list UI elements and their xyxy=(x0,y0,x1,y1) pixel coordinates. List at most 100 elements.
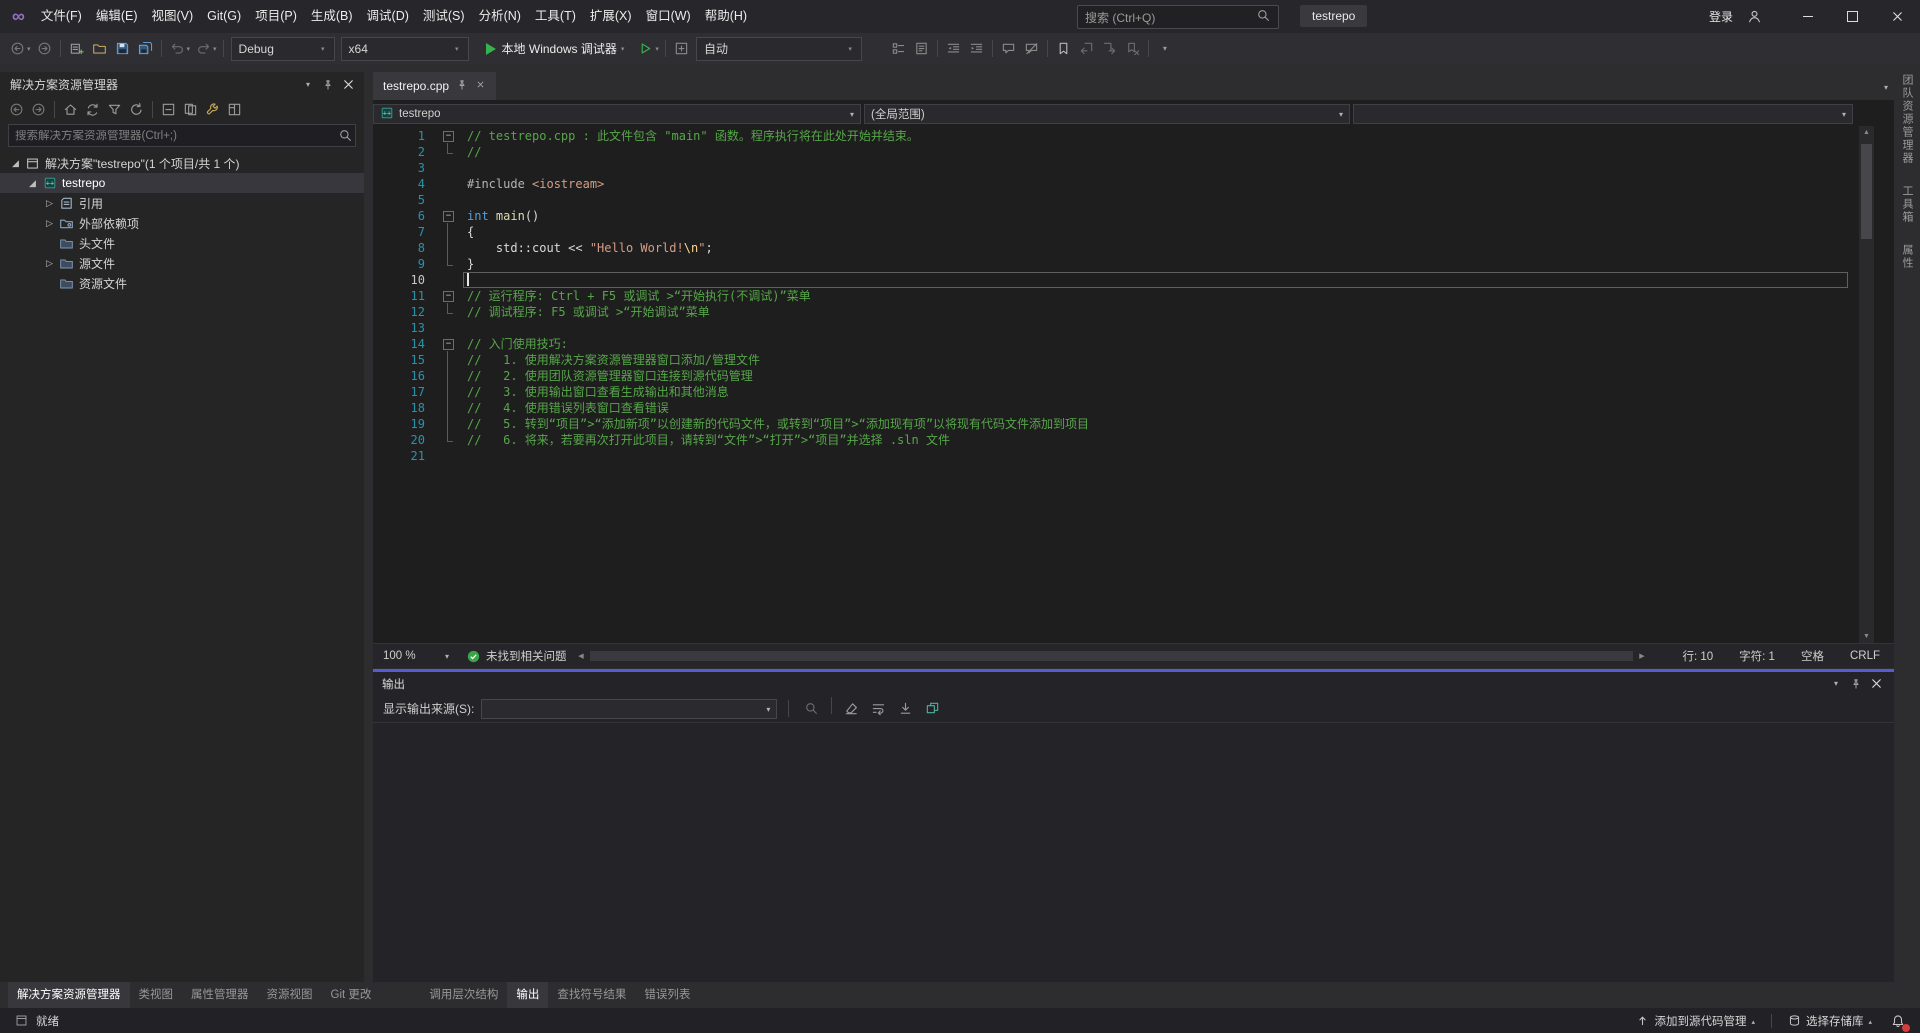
tab-list-icon[interactable]: ▾ xyxy=(1884,77,1888,95)
navigate-back-icon[interactable] xyxy=(6,37,29,60)
code-text[interactable]: // 调试程序: F5 或调试 >“开始调试”菜单 xyxy=(463,304,1854,320)
indentation-indicator[interactable]: 空格 xyxy=(1801,648,1824,664)
save-all-icon[interactable] xyxy=(134,37,157,60)
pending-filter-icon[interactable] xyxy=(104,99,125,120)
solution-explorer-search-input[interactable] xyxy=(9,130,335,142)
caret-line-indicator[interactable]: 行: 10 xyxy=(1682,648,1713,664)
code-text[interactable]: // 运行程序: Ctrl + F5 或调试 >“开始执行(不调试)”菜单 xyxy=(463,288,1854,304)
show-all-files-icon[interactable] xyxy=(180,99,201,120)
line-number[interactable]: 6 xyxy=(373,208,437,224)
background-tasks-icon[interactable] xyxy=(12,1012,30,1030)
notifications-bell-button[interactable] xyxy=(1888,1011,1908,1031)
tool-tab[interactable]: 查找符号结果 xyxy=(548,982,635,1008)
menu-item-6[interactable]: 生成(B) xyxy=(304,0,360,33)
close-icon[interactable] xyxy=(1866,674,1886,694)
user-profile-icon[interactable] xyxy=(1741,0,1767,33)
menu-item-13[interactable]: 帮助(H) xyxy=(698,0,754,33)
auto-hide-tab[interactable]: 属性 xyxy=(1899,244,1915,270)
tool-tab[interactable]: 输出 xyxy=(507,982,548,1008)
fold-marker-icon[interactable]: − xyxy=(443,211,454,222)
document-tab-testrepo-cpp[interactable]: testrepo.cpp xyxy=(373,72,496,100)
line-number[interactable]: 14 xyxy=(373,336,437,352)
code-text[interactable]: #include <iostream> xyxy=(463,176,1854,192)
code-text[interactable]: // testrepo.cpp : 此文件包含 "main" 函数。程序执行将在… xyxy=(463,128,1854,144)
line-number[interactable]: 8 xyxy=(373,240,437,256)
code-text[interactable]: std::cout << "Hello World!\n"; xyxy=(463,240,1854,256)
scrollbar-thumb[interactable] xyxy=(590,651,1634,661)
previous-bookmark-icon[interactable] xyxy=(1075,37,1098,60)
menu-item-7[interactable]: 调试(D) xyxy=(360,0,416,33)
maximize-button[interactable] xyxy=(1830,0,1875,33)
pin-icon[interactable] xyxy=(1846,674,1866,694)
platform-combobox[interactable]: x64▾ xyxy=(341,37,469,61)
parameter-info-icon[interactable] xyxy=(910,37,933,60)
horizontal-scrollbar[interactable]: ◀ ▶ xyxy=(575,650,1649,662)
run-outline-icon[interactable] xyxy=(634,37,657,60)
menu-item-11[interactable]: 扩展(X) xyxy=(583,0,639,33)
find-icon[interactable] xyxy=(800,697,823,720)
line-number[interactable]: 19 xyxy=(373,416,437,432)
menu-item-3[interactable]: 视图(V) xyxy=(144,0,200,33)
code-text[interactable] xyxy=(463,160,1854,176)
line-number[interactable]: 3 xyxy=(373,160,437,176)
menu-item-9[interactable]: 分析(N) xyxy=(472,0,528,33)
navigate-forward-icon[interactable] xyxy=(33,37,56,60)
search-icon[interactable] xyxy=(335,124,355,147)
indent-decrease-icon[interactable] xyxy=(942,37,965,60)
zoom-combobox[interactable]: 100 % ▾ xyxy=(373,650,455,662)
line-ending-indicator[interactable]: CRLF xyxy=(1850,650,1880,662)
redo-icon[interactable] xyxy=(192,37,215,60)
chevron-down-icon[interactable]: ▾ xyxy=(298,75,318,95)
autoscroll-icon[interactable] xyxy=(894,697,917,720)
code-health-indicator[interactable]: 未找到相关问题 xyxy=(467,648,567,664)
code-editor[interactable]: 1−// testrepo.cpp : 此文件包含 "main" 函数。程序执行… xyxy=(373,126,1894,643)
minimize-button[interactable] xyxy=(1785,0,1830,33)
indent-increase-icon[interactable] xyxy=(965,37,988,60)
properties-icon[interactable] xyxy=(202,99,223,120)
line-number[interactable]: 17 xyxy=(373,384,437,400)
tool-tab[interactable]: 解决方案资源管理器 xyxy=(8,982,130,1008)
collapse-all-icon[interactable] xyxy=(158,99,179,120)
caret-column-indicator[interactable]: 字符: 1 xyxy=(1739,648,1775,664)
line-number[interactable]: 1 xyxy=(373,128,437,144)
scroll-left-icon[interactable]: ◀ xyxy=(575,650,588,662)
tree-item[interactable]: ◢++testrepo xyxy=(0,173,364,193)
fold-gutter[interactable]: − xyxy=(437,128,463,144)
fold-gutter[interactable]: − xyxy=(437,288,463,304)
code-text[interactable] xyxy=(463,320,1854,336)
line-number[interactable]: 16 xyxy=(373,368,437,384)
tree-collapsed-arrow-icon[interactable]: ▷ xyxy=(42,218,57,229)
pin-icon[interactable] xyxy=(456,79,468,94)
toggle-bookmark-icon[interactable] xyxy=(1052,37,1075,60)
start-debugging-button[interactable]: 本地 Windows 调试器▾ xyxy=(478,37,635,61)
tool-tab[interactable]: 属性管理器 xyxy=(182,982,258,1008)
menu-item-12[interactable]: 窗口(W) xyxy=(639,0,698,33)
code-text[interactable]: int main() xyxy=(463,208,1854,224)
preview-icon[interactable] xyxy=(224,99,245,120)
next-bookmark-icon[interactable] xyxy=(1098,37,1121,60)
tree-collapsed-arrow-icon[interactable]: ▷ xyxy=(42,198,57,209)
line-number[interactable]: 13 xyxy=(373,320,437,336)
tree-item[interactable]: 资源文件 xyxy=(0,273,364,293)
navigate-forward-icon[interactable] xyxy=(28,99,49,120)
solution-name-chip[interactable]: testrepo xyxy=(1300,5,1367,27)
scroll-right-icon[interactable]: ▶ xyxy=(1635,650,1648,662)
close-icon[interactable] xyxy=(338,75,358,95)
search-icon[interactable] xyxy=(1256,8,1271,26)
code-text[interactable]: } xyxy=(463,256,1854,272)
clear-bookmarks-icon[interactable] xyxy=(1121,37,1144,60)
line-number[interactable]: 2 xyxy=(373,144,437,160)
menu-item-2[interactable]: 编辑(E) xyxy=(89,0,145,33)
tree-item[interactable]: ▷引用 xyxy=(0,193,364,213)
scroll-down-icon[interactable]: ▼ xyxy=(1859,630,1874,643)
code-text[interactable] xyxy=(463,192,1854,208)
output-content[interactable] xyxy=(373,723,1894,982)
uncomment-icon[interactable] xyxy=(1020,37,1043,60)
tool-tab[interactable]: 资源视图 xyxy=(258,982,322,1008)
pin-icon[interactable] xyxy=(318,75,338,95)
tool-tab[interactable]: 错误列表 xyxy=(635,982,699,1008)
close-button[interactable] xyxy=(1875,0,1920,33)
line-number[interactable]: 10 xyxy=(373,272,437,288)
tree-item[interactable]: 头文件 xyxy=(0,233,364,253)
tool-tab[interactable]: 类视图 xyxy=(130,982,183,1008)
